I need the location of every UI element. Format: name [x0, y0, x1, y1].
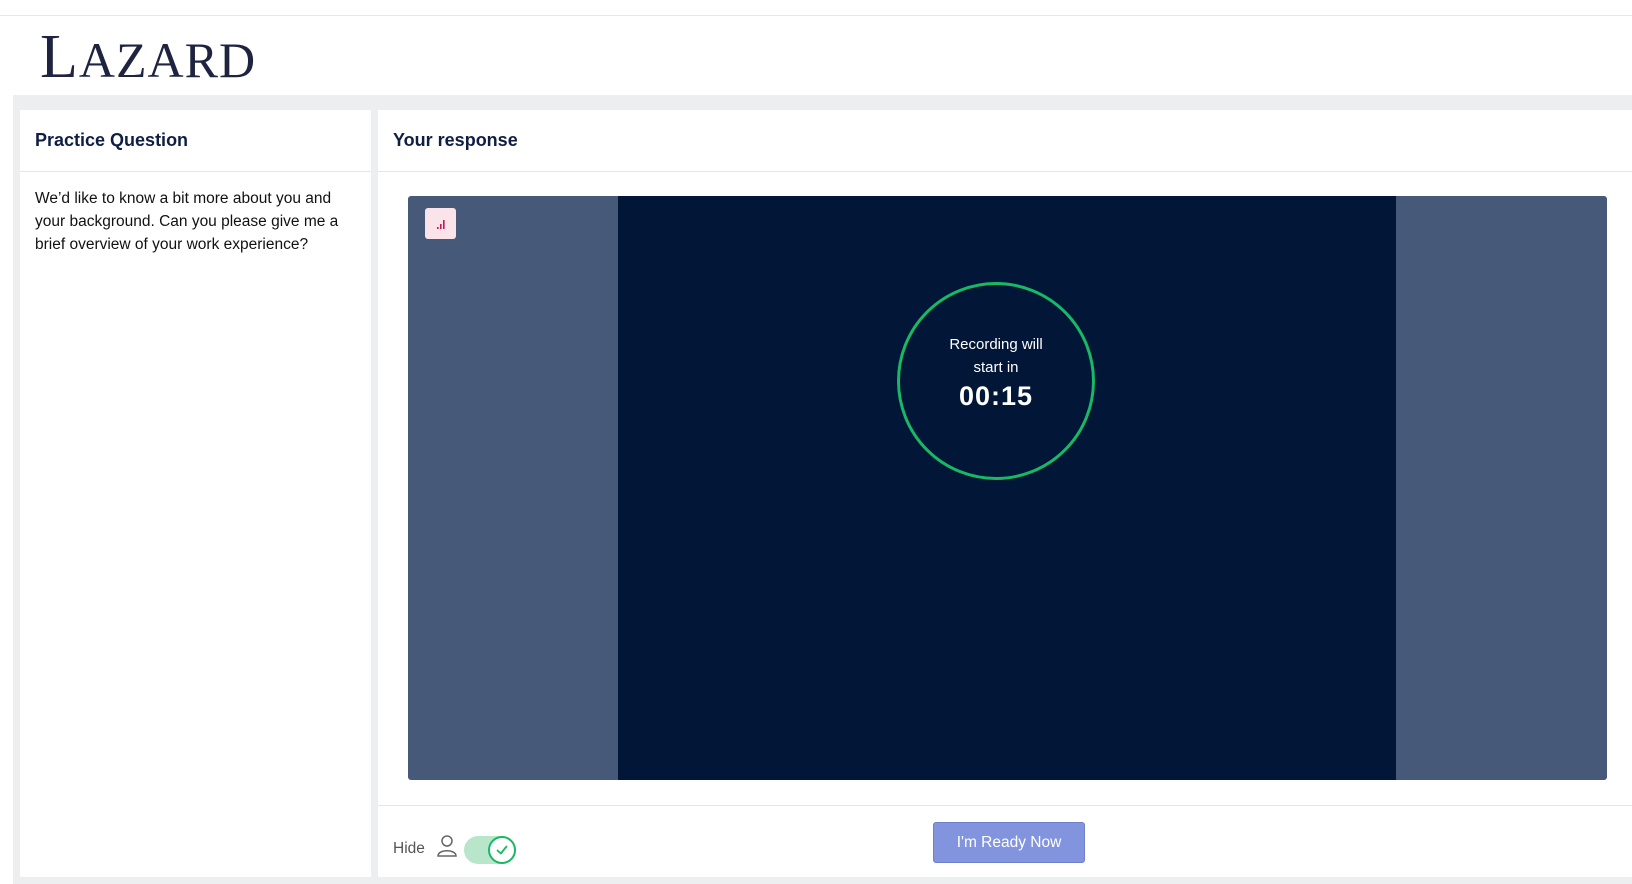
ready-now-button[interactable]: I'm Ready Now — [933, 822, 1085, 863]
countdown-time: 00:15 — [958, 380, 1034, 411]
response-title: Your response — [378, 110, 1632, 172]
practice-question-panel: Practice Question We’d like to know a bi… — [20, 110, 371, 877]
toggle-knob — [488, 836, 516, 864]
top-divider — [0, 15, 1632, 16]
response-footer: Hide I'm Ready Now — [378, 805, 1632, 877]
countdown-timer: Recording will start in 00:15 — [897, 282, 1095, 480]
practice-question-title: Practice Question — [20, 110, 371, 172]
audio-level-glyph — [437, 220, 445, 229]
hide-label: Hide — [393, 840, 425, 857]
logo-initial: L — [40, 23, 79, 91]
person-glyph — [437, 835, 457, 857]
audio-level-icon — [425, 208, 456, 239]
video-preview: Recording will start in 00:15 — [408, 196, 1607, 780]
check-icon — [496, 845, 508, 855]
person-icon — [436, 834, 458, 863]
lazard-logo: LAZARD — [40, 22, 256, 95]
response-panel: Your response Recording will start in 00… — [378, 110, 1632, 877]
question-text: We’d like to know a bit more about you a… — [35, 190, 339, 253]
countdown-label: Recording will start in — [949, 335, 1043, 376]
hide-self-view-toggle[interactable] — [464, 836, 516, 864]
logo-rest: AZARD — [78, 32, 257, 88]
